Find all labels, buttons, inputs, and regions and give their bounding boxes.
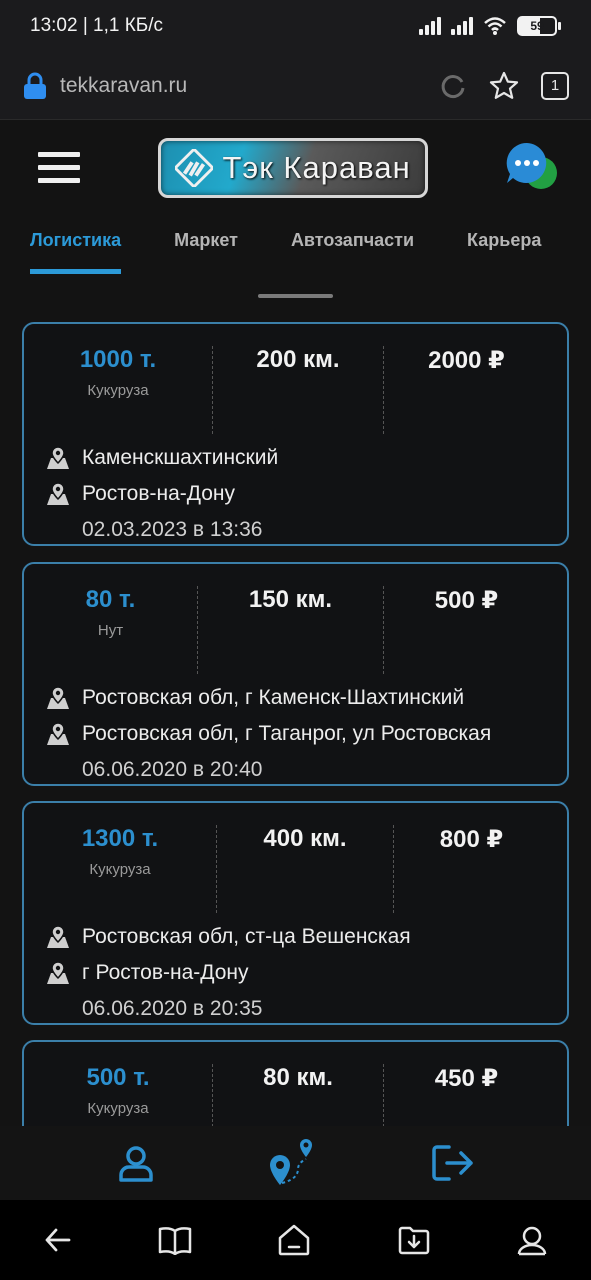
price-column: 800 ₽ xyxy=(393,825,549,913)
distance-column: 200 км. xyxy=(212,346,383,434)
distance: 150 км. xyxy=(248,586,333,613)
route-to: Ростовская обл, г Таганрог, ул Ростовска… xyxy=(46,716,567,752)
route-from-text: Ростовская обл, г Каменск-Шахтинский xyxy=(82,686,465,709)
wifi-icon xyxy=(484,17,506,35)
route-map-icon[interactable] xyxy=(268,1139,318,1187)
cargo-type: Кукуруза xyxy=(89,861,151,878)
order-card[interactable]: 500 т. Кукуруза 80 км. 450 ₽ xyxy=(22,1040,569,1126)
price: 800 ₽ xyxy=(439,826,504,853)
price: 2000 ₽ xyxy=(428,347,505,374)
weight-column: 1300 т. Кукуруза xyxy=(24,825,216,913)
weight-column: 80 т. Нут xyxy=(24,586,197,674)
logo-text: Тэк Караван xyxy=(222,149,411,185)
reload-icon[interactable] xyxy=(439,72,467,100)
profile-icon[interactable] xyxy=(116,1143,156,1183)
route-to: г Ростов-на-Дону xyxy=(46,955,567,991)
status-time-speed: 13:02 | 1,1 КБ/с xyxy=(30,15,164,36)
cargo-type: Кукуруза xyxy=(87,1100,149,1117)
route-from: Ростовская обл, г Каменск-Шахтинский xyxy=(46,680,567,716)
account-icon[interactable] xyxy=(516,1224,548,1256)
route-from: Ростовская обл, ст-ца Вешенская xyxy=(46,919,567,955)
order-date: 02.03.2023 в 13:36 xyxy=(82,518,263,541)
status-bar: 13:02 | 1,1 КБ/с 59 xyxy=(0,0,591,52)
route-from-text: Ростовская обл, ст-ца Вешенская xyxy=(82,925,411,948)
system-nav-bar xyxy=(0,1200,591,1280)
route-from: Каменскшахтинский xyxy=(46,440,567,476)
home-icon[interactable] xyxy=(277,1224,311,1256)
map-pin-icon xyxy=(47,722,69,745)
tab-logistics[interactable]: Логистика xyxy=(30,215,122,274)
route-to-text: г Ростов-на-Дону xyxy=(82,961,249,984)
back-icon[interactable] xyxy=(43,1225,73,1255)
route: Каменскшахтинский Ростов-на-Дону xyxy=(24,440,567,512)
downloads-icon[interactable] xyxy=(397,1224,431,1256)
cargo-type: Кукуруза xyxy=(87,382,149,399)
tab-career[interactable]: Карьера xyxy=(467,215,541,251)
order-card[interactable]: 1300 т. Кукуруза 400 км. 800 ₽ Ростовска… xyxy=(22,801,569,1025)
lock-icon xyxy=(24,72,46,99)
signal-icon xyxy=(419,17,441,35)
drag-handle[interactable] xyxy=(258,294,333,298)
order-date: 06.06.2020 в 20:40 xyxy=(82,758,263,781)
site-header: Тэк Караван xyxy=(0,120,591,215)
battery-icon: 59 xyxy=(517,16,561,36)
cargo-type: Нут xyxy=(97,622,124,639)
price-column: 2000 ₽ xyxy=(383,346,549,434)
distance: 400 км. xyxy=(263,825,347,852)
price: 450 ₽ xyxy=(434,1065,499,1092)
logout-icon[interactable] xyxy=(431,1143,475,1183)
route: Ростовская обл, г Каменск-Шахтинский Рос… xyxy=(24,680,567,752)
cargo-weight: 500 т. xyxy=(86,1064,150,1091)
site-bottom-bar xyxy=(0,1126,591,1200)
bookmarks-icon[interactable] xyxy=(158,1225,192,1255)
route-to-text: Ростов-на-Дону xyxy=(82,482,235,505)
star-icon[interactable] xyxy=(489,71,519,101)
route-to-text: Ростовская обл, г Таганрог, ул Ростовска… xyxy=(82,722,492,745)
site-logo[interactable]: Тэк Караван xyxy=(157,137,428,198)
order-card[interactable]: 1000 т. Кукуруза 200 км. 2000 ₽ Каменскш… xyxy=(22,322,569,546)
cargo-weight: 1000 т. xyxy=(79,346,157,373)
logo-mark-icon xyxy=(174,148,213,187)
order-card[interactable]: 80 т. Нут 150 км. 500 ₽ Ростовская обл, … xyxy=(22,562,569,786)
distance-column: 150 км. xyxy=(197,586,383,674)
price-column: 500 ₽ xyxy=(383,586,549,674)
distance: 200 км. xyxy=(256,346,340,373)
status-icons: 59 xyxy=(419,16,561,36)
category-tabs: Логистика Маркет Автозапчасти Карьера xyxy=(0,215,591,275)
distance-column: 400 км. xyxy=(216,825,393,913)
order-date: 06.06.2020 в 20:35 xyxy=(82,997,263,1020)
price-column: 450 ₽ xyxy=(383,1064,549,1126)
map-pin-icon xyxy=(47,961,69,984)
browser-actions: 1 xyxy=(439,71,569,101)
battery-level: 59 xyxy=(517,16,557,36)
url-text[interactable]: tekkaravan.ru xyxy=(60,74,439,98)
weight-column: 1000 т. Кукуруза xyxy=(24,346,212,434)
menu-icon[interactable] xyxy=(38,152,80,183)
map-pin-icon xyxy=(47,925,69,948)
route: Ростовская обл, ст-ца Вешенская г Ростов… xyxy=(24,919,567,991)
tabs-count-button[interactable]: 1 xyxy=(541,71,569,100)
signal-icon xyxy=(451,17,473,35)
route-from-text: Каменскшахтинский xyxy=(82,446,279,469)
order-list: 1000 т. Кукуруза 200 км. 2000 ₽ Каменскш… xyxy=(22,322,569,1126)
tab-auto-parts[interactable]: Автозапчасти xyxy=(291,215,414,251)
weight-column: 500 т. Кукуруза xyxy=(24,1064,212,1126)
distance: 80 км. xyxy=(263,1064,333,1091)
map-pin-icon xyxy=(47,446,69,469)
price: 500 ₽ xyxy=(434,587,499,614)
chat-icon[interactable] xyxy=(505,141,559,195)
browser-url-bar[interactable]: tekkaravan.ru 1 xyxy=(0,52,591,120)
map-pin-icon xyxy=(47,686,69,709)
cargo-weight: 1300 т. xyxy=(81,825,159,852)
distance-column: 80 км. xyxy=(212,1064,383,1126)
route-to: Ростов-на-Дону xyxy=(46,476,567,512)
cargo-weight: 80 т. xyxy=(85,586,136,613)
tab-market[interactable]: Маркет xyxy=(174,215,238,251)
map-pin-icon xyxy=(47,482,69,505)
